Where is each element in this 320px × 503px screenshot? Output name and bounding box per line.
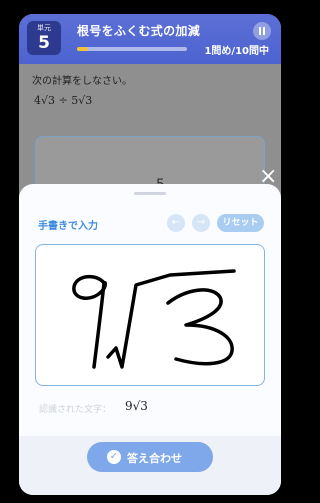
check-icon: ✓ (107, 450, 121, 464)
handwriting-canvas[interactable] (35, 244, 265, 386)
unit-label: 単元 (37, 24, 51, 32)
question-instruction: 次の計算をしなさい。 (32, 76, 132, 87)
pause-icon[interactable] (253, 22, 271, 40)
stroke-radical (106, 269, 236, 369)
app-screen: 単元 5 根号をふくむ式の加減 1問め/10問中 次の計算をしなさい。 4√3 … (19, 14, 281, 495)
submit-label: 答え合わせ (127, 452, 182, 465)
handwriting-strokes (72, 269, 236, 369)
sheet-grabber[interactable] (134, 192, 166, 195)
redo-icon[interactable]: → (192, 214, 210, 232)
submit-answer-button[interactable]: ✓ 答え合わせ (87, 442, 213, 472)
progress-fill (77, 47, 88, 51)
unit-number: 5 (38, 33, 50, 53)
reset-button[interactable]: リセット (217, 214, 264, 232)
unit-badge: 単元 5 (27, 21, 61, 55)
handwriting-sheet: 手書きで入力 ← → リセット 認識された文字： 9√3 ✓ 答え合わせ (19, 184, 281, 495)
undo-icon[interactable]: ← (167, 214, 185, 232)
progress-text: 1問め/10問中 (204, 46, 269, 57)
progress-bar (77, 47, 187, 51)
question-area: 次の計算をしなさい。 4√3 ÷ 5√3 5 (19, 64, 281, 218)
handwriting-label: 手書きで入力 (38, 221, 98, 232)
header-bar: 単元 5 根号をふくむ式の加減 1問め/10問中 (19, 14, 281, 64)
recognized-label: 認識された文字： (39, 405, 112, 415)
question-expression: 4√3 ÷ 5√3 (34, 94, 93, 107)
stroke-three (166, 288, 234, 366)
stroke-nine (72, 274, 108, 369)
lesson-title: 根号をふくむ式の加減 (77, 24, 201, 38)
recognized-value: 9√3 (125, 399, 148, 413)
